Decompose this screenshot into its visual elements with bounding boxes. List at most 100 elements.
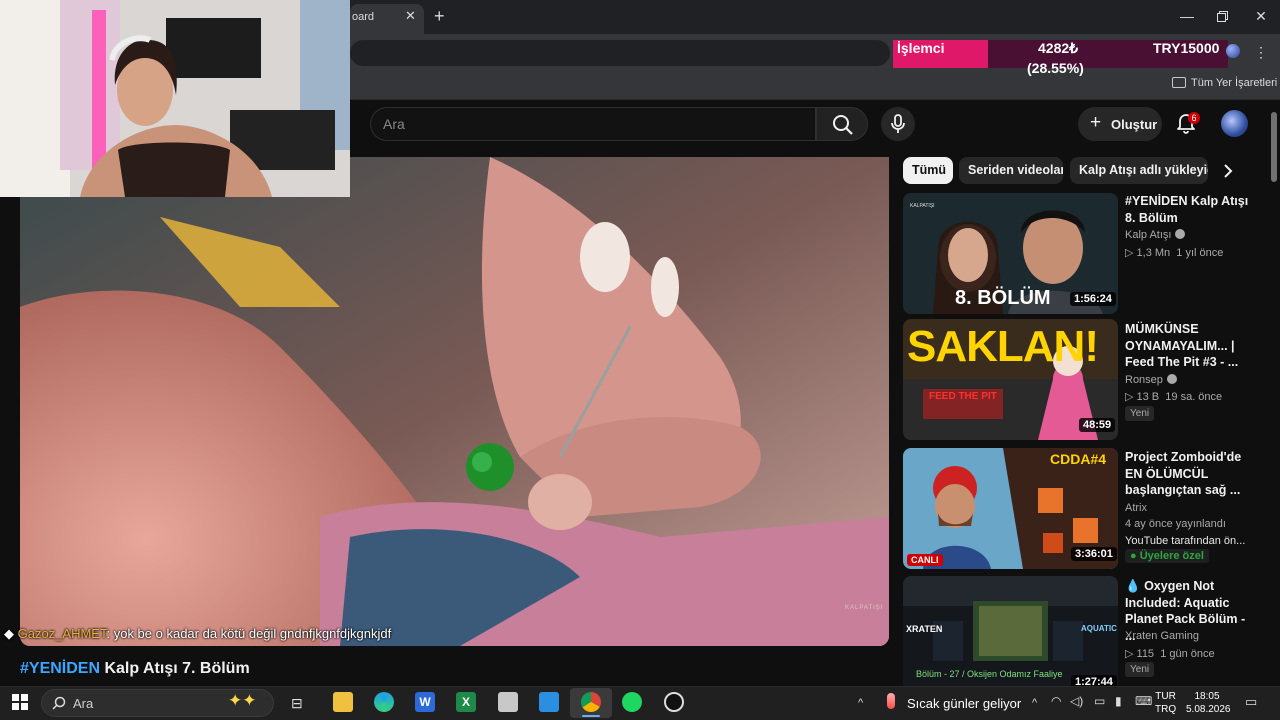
search-input[interactable] <box>370 107 816 141</box>
url-field[interactable] <box>350 40 890 66</box>
task-view-icon[interactable]: ⊟ <box>291 695 303 712</box>
notification-center-icon[interactable]: ▭ <box>1245 694 1257 710</box>
restore-icon[interactable] <box>1212 9 1232 25</box>
thumbnail-logo: KALPATIŞI <box>910 203 935 209</box>
chat-message: : yok be o kadar da kötü değil gndnfjkgn… <box>106 626 392 641</box>
suggestion-thumbnail[interactable]: KALPATIŞI 8. BÖLÜM 1:56:24 <box>903 193 1118 314</box>
suggestion-channel[interactable]: Ronsep <box>1125 374 1177 386</box>
video-duration: 1:56:24 <box>1070 292 1116 306</box>
webcam-image <box>0 0 350 197</box>
chrome-icon[interactable] <box>581 692 601 712</box>
thumbnail-caption: Bölüm - 27 / Oksijen Odamız Faaliye <box>916 669 1063 679</box>
suggestion-channel[interactable]: Atrix <box>1125 502 1147 514</box>
view-count: 13 B <box>1136 391 1160 403</box>
sparkle-icon: ✦✦ <box>228 691 257 710</box>
excel-icon[interactable]: X <box>456 692 476 712</box>
chip-all[interactable]: Tümü <box>903 157 953 184</box>
voice-search-button[interactable] <box>881 107 915 141</box>
thumbnail-episode-text: 8. BÖLÜM <box>955 287 1051 309</box>
profile-globe-icon[interactable] <box>1226 44 1240 58</box>
edge-icon[interactable] <box>374 692 394 712</box>
notification-count-badge: 6 <box>1188 112 1200 124</box>
windows-start-icon[interactable] <box>12 694 28 710</box>
video-title-hashtag[interactable]: #YENİDEN <box>20 660 100 677</box>
weather-text[interactable]: Sıcak günler geliyor <box>907 696 1021 711</box>
suggestion-meta: 4 ay önce yayınlandı <box>1125 518 1226 530</box>
browser-menu-icon[interactable]: ⋮ <box>1254 44 1268 61</box>
keyboard-layout: TRQ <box>1155 704 1177 715</box>
input-language[interactable]: TUR TRQ <box>1155 690 1176 716</box>
video-title: #YENİDEN Kalp Atışı 7. Bölüm <box>20 660 250 678</box>
file-explorer-icon[interactable] <box>333 692 353 712</box>
chip-uploader[interactable]: Kalp Atışı adlı yükleyici <box>1070 157 1208 184</box>
thermometer-icon <box>887 693 895 709</box>
cpu-value: 4282₺ <box>1038 40 1079 56</box>
chevron-up-icon[interactable]: ^ <box>858 697 863 709</box>
search-icon <box>833 115 853 135</box>
clock[interactable]: 18:05 5.08.2026 <box>1186 690 1231 716</box>
tray-chevron-icon[interactable]: ^ <box>1032 697 1037 709</box>
search-placeholder: Ara <box>383 116 405 132</box>
suggestion-title[interactable]: #YENİDEN Kalp Atışı 8. Bölüm <box>1125 193 1253 226</box>
webcam-overlay <box>0 0 350 197</box>
suggestion-thumbnail[interactable]: XRATEN AQUATIC Bölüm - 27 / Oksijen Odam… <box>903 576 1118 686</box>
spotify-icon[interactable] <box>622 692 642 712</box>
clock-date: 5.08.2026 <box>1186 704 1231 715</box>
scrollbar-thumb[interactable] <box>1271 112 1277 182</box>
water-drop-icon: 💧 <box>1125 579 1141 593</box>
suggestion-title[interactable]: Project Zomboid'de EN ÖLÜMCÜL başlangıçt… <box>1125 449 1253 499</box>
suggestion-channel[interactable]: Xraten Gaming <box>1125 630 1199 642</box>
battery-icon[interactable]: ▭ <box>1094 694 1105 708</box>
suggestion-thumbnail[interactable]: CDDA#4 CANLI 3:36:01 <box>903 448 1118 569</box>
minimize-icon[interactable]: — <box>1177 8 1197 24</box>
video-player[interactable] <box>20 157 889 646</box>
store-icon[interactable] <box>539 692 559 712</box>
calculator-icon[interactable] <box>498 692 518 712</box>
clock-time: 18:05 <box>1194 691 1220 702</box>
cpu-label: İşlemci <box>897 40 945 56</box>
view-count: 1,3 Mn <box>1136 247 1171 259</box>
suggestion-meta: ▷ 1,3 Mn 1 yıl önce <box>1125 247 1224 259</box>
plus-icon: + <box>1090 112 1102 133</box>
video-duration: 48:59 <box>1079 418 1116 432</box>
suggestion-premiere-note: YouTube tarafından ön... <box>1125 535 1246 547</box>
verified-icon <box>1166 374 1177 384</box>
chip-series-videos[interactable]: Seriden videolar <box>959 157 1063 184</box>
wifi-icon[interactable]: ◠ <box>1051 694 1061 708</box>
tab-close-icon[interactable]: ✕ <box>405 8 416 24</box>
all-bookmarks-link[interactable]: Tüm Yer İşaretleri <box>1191 77 1277 89</box>
video-title-text: Kalp Atışı 7. Bölüm <box>100 660 250 677</box>
thumbnail-headline: CDDA#4 <box>1050 451 1107 467</box>
close-window-icon[interactable]: ✕ <box>1251 8 1271 25</box>
volume-icon[interactable]: ◁) <box>1070 694 1083 708</box>
language-bar-icon[interactable]: ⌨ <box>1135 694 1152 708</box>
search-icon <box>52 696 66 710</box>
word-icon[interactable]: W <box>415 692 435 712</box>
cpu-percent: (28.55%) <box>1027 60 1084 76</box>
suggestion-title[interactable]: MÜMKÜNSE OYNAMAYALIM... | Feed The Pit #… <box>1125 321 1253 371</box>
microphone-tray-icon[interactable]: ▮ <box>1115 694 1122 708</box>
suggestion-meta: ▷ 13 B 19 sa. önce <box>1125 391 1223 403</box>
upload-age: 19 sa. önce <box>1165 391 1223 403</box>
video-frame <box>20 157 889 646</box>
new-badge: Yeni <box>1125 406 1155 421</box>
channel-name: Atrix <box>1125 502 1147 514</box>
browser-tab-title: oard <box>352 11 375 23</box>
suggestion-thumbnail[interactable]: SAKLAN! FEED THE PIT 48:59 <box>903 319 1118 440</box>
taskbar-search-placeholder: Ara <box>73 696 94 711</box>
thumbnail-logo-left: XRATEN <box>906 624 943 634</box>
avatar[interactable] <box>1221 110 1248 137</box>
live-badge: CANLI <box>907 554 943 566</box>
search-button[interactable] <box>816 107 868 141</box>
new-tab-icon[interactable]: + <box>434 6 445 27</box>
channel-name: Kalp Atışı <box>1125 229 1172 241</box>
chevron-right-icon[interactable] <box>1218 160 1238 182</box>
active-app-indicator <box>582 715 600 717</box>
suggestion-channel[interactable]: Kalp Atışı <box>1125 229 1186 241</box>
members-icon: ● <box>1130 550 1137 562</box>
page-scrollbar[interactable] <box>1270 102 1278 682</box>
channel-name: Ronsep <box>1125 374 1163 386</box>
thumbnail-headline: SAKLAN! <box>907 322 1099 371</box>
chat-overlay-message: ◆ Gazoz_AHMET: yok be o kadar da kötü de… <box>4 626 391 642</box>
obs-icon[interactable] <box>664 692 684 712</box>
